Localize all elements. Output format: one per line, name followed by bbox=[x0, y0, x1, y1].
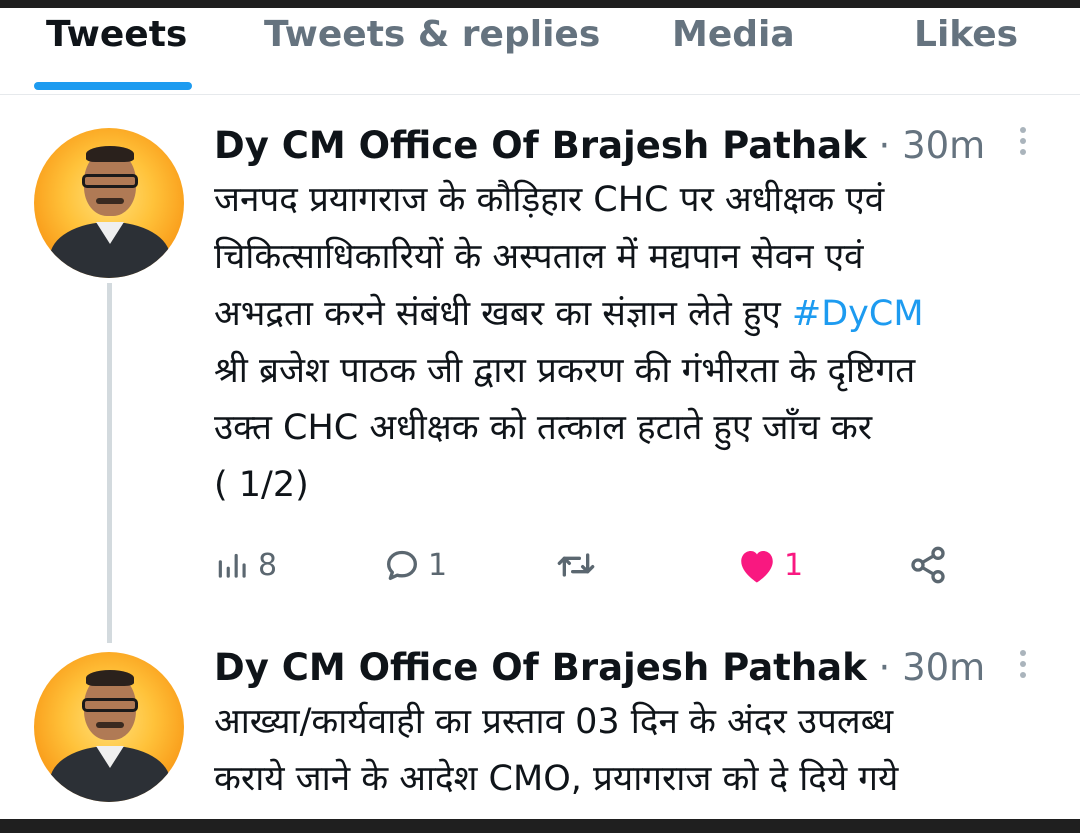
like-count: 1 bbox=[784, 547, 804, 583]
tab-tweets[interactable]: Tweets bbox=[46, 14, 187, 55]
like-icon bbox=[741, 551, 773, 583]
profile-tabs: Tweets Tweets & replies Media Likes bbox=[0, 8, 1080, 95]
tweet-actions: 8 1 1 bbox=[214, 540, 974, 590]
active-tab-indicator bbox=[34, 82, 192, 90]
views-button[interactable]: 8 bbox=[214, 540, 277, 590]
retweet-icon bbox=[557, 553, 595, 577]
author-name[interactable]: Dy CM Office Of Brajesh Pathak bbox=[214, 646, 867, 689]
thread-connector-line bbox=[107, 283, 112, 643]
tweet-header: Dy CM Office Of Brajesh Pathak · 30m bbox=[214, 646, 985, 689]
tweet-time[interactable]: 30m bbox=[902, 646, 985, 689]
tweet-header: Dy CM Office Of Brajesh Pathak · 30m bbox=[214, 124, 985, 167]
author-name[interactable]: Dy CM Office Of Brajesh Pathak bbox=[214, 124, 867, 167]
more-options-icon[interactable] bbox=[1020, 127, 1026, 155]
tab-likes[interactable]: Likes bbox=[914, 14, 1018, 55]
bottom-edge bbox=[0, 819, 1080, 833]
reply-icon bbox=[387, 550, 417, 580]
separator-dot: · bbox=[878, 124, 891, 167]
tab-media[interactable]: Media bbox=[672, 14, 795, 55]
avatar[interactable] bbox=[34, 652, 184, 802]
avatar[interactable] bbox=[34, 128, 184, 278]
views-count: 8 bbox=[258, 547, 278, 583]
share-icon bbox=[911, 546, 945, 584]
tab-tweets-and-replies[interactable]: Tweets & replies bbox=[264, 14, 600, 55]
separator-dot: · bbox=[878, 646, 891, 689]
tweet-time[interactable]: 30m bbox=[902, 124, 985, 167]
like-button[interactable]: 1 bbox=[736, 540, 803, 590]
more-options-icon[interactable] bbox=[1020, 650, 1026, 678]
reply-count: 1 bbox=[428, 547, 448, 583]
reply-button[interactable]: 1 bbox=[382, 540, 447, 590]
hashtag-link[interactable]: #DyCM bbox=[792, 294, 924, 334]
retweet-button[interactable] bbox=[554, 540, 598, 590]
top-edge bbox=[0, 0, 1080, 8]
tweet-text: आख्या/कार्यवाही का प्रस्ताव 03 दिन के अं… bbox=[214, 702, 899, 799]
views-icon bbox=[218, 553, 246, 578]
tweet-text: जनपद प्रयागराज के कौड़िहार CHC पर अधीक्ष… bbox=[214, 180, 924, 505]
share-button[interactable] bbox=[908, 540, 948, 590]
